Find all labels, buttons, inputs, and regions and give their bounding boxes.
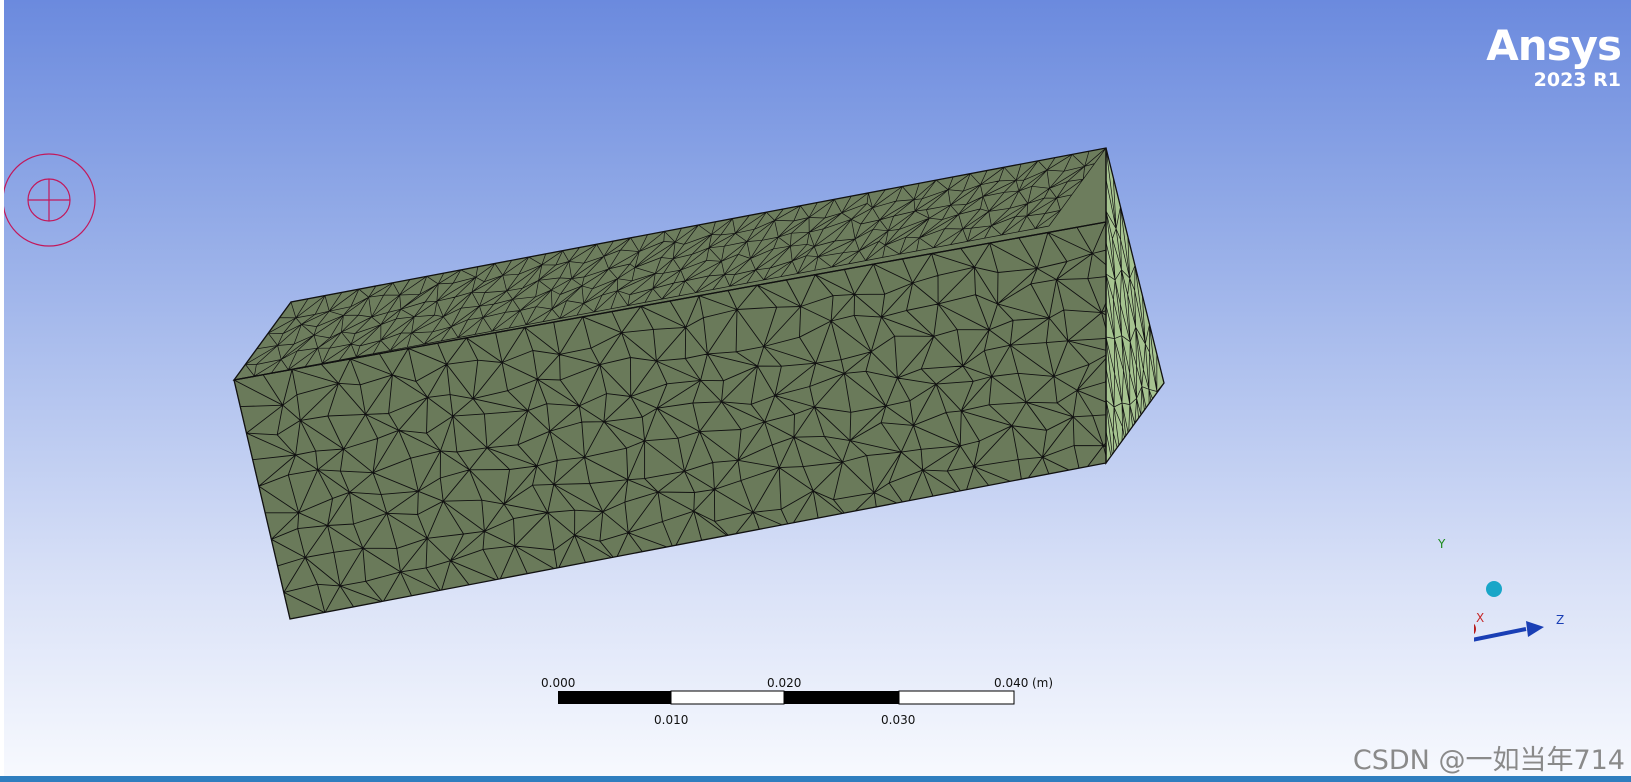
- viewport-left-border: [0, 0, 4, 782]
- axis-z-label: Z: [1556, 613, 1565, 627]
- axis-y-label: Y: [1438, 537, 1446, 551]
- coordinate-triad[interactable]: Y X Z: [1438, 537, 1594, 670]
- rotate-center-icon: [4, 153, 96, 247]
- logo-version: 2023 R1: [1533, 69, 1621, 91]
- scale-unit: (m): [1032, 676, 1054, 690]
- graphics-viewport[interactable]: Ansys 2023 R1 0.000 0.020 0.040 (m) 0.01…: [4, 0, 1631, 776]
- scale-label-010: 0.010: [654, 713, 689, 727]
- triad-graphic: [1439, 561, 1544, 645]
- scale-label-030: 0.030: [881, 713, 916, 727]
- watermark-text: CSDN @一如当年714: [1352, 745, 1625, 776]
- scale-label-040: 0.040: [994, 676, 1029, 690]
- ansys-logo: Ansys 2023 R1: [1486, 21, 1622, 92]
- mesh-model[interactable]: [4, 0, 1631, 776]
- scale-label-0: 0.000: [541, 676, 576, 690]
- scale-label-020: 0.020: [767, 676, 802, 690]
- axis-x-label: X: [1476, 611, 1485, 625]
- logo-name: Ansys: [1486, 21, 1622, 70]
